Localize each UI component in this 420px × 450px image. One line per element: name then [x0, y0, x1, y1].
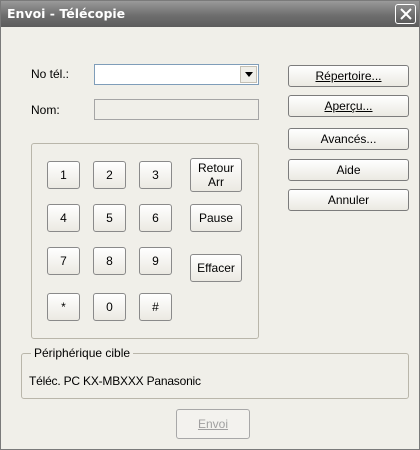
- phone-number-label: No tél.:: [31, 67, 70, 81]
- cancel-button[interactable]: Annuler: [288, 189, 409, 211]
- name-field: [94, 99, 259, 120]
- backspace-label-line1: Retour: [197, 161, 235, 175]
- phone-number-combobox[interactable]: [94, 64, 259, 85]
- key-4[interactable]: 4: [47, 204, 80, 232]
- key-8[interactable]: 8: [93, 247, 126, 275]
- key-7[interactable]: 7: [47, 247, 80, 275]
- target-device-legend: Périphérique cible: [31, 346, 134, 360]
- phone-dropdown-button[interactable]: [240, 66, 257, 83]
- key-0[interactable]: 0: [93, 293, 126, 321]
- pause-button[interactable]: Pause: [190, 204, 242, 232]
- key-2[interactable]: 2: [93, 161, 126, 189]
- window-title: Envoi - Télécopie: [7, 6, 126, 21]
- close-icon: [400, 8, 412, 20]
- key-star[interactable]: *: [47, 293, 80, 321]
- target-device-name: Téléc. PC KX-MBXXX Panasonic: [29, 374, 201, 388]
- chevron-down-icon: [245, 72, 253, 77]
- close-button[interactable]: [395, 4, 416, 24]
- key-9[interactable]: 9: [139, 247, 172, 275]
- key-6[interactable]: 6: [139, 204, 172, 232]
- clear-button[interactable]: Effacer: [190, 254, 242, 282]
- backspace-button[interactable]: Retour Arr: [190, 158, 242, 192]
- fax-send-dialog: Envoi - Télécopie No tél.: Nom: Répertoi…: [0, 0, 420, 450]
- key-3[interactable]: 3: [139, 161, 172, 189]
- name-label: Nom:: [31, 103, 60, 117]
- key-5[interactable]: 5: [93, 204, 126, 232]
- key-hash[interactable]: #: [139, 293, 172, 321]
- advanced-button[interactable]: Avancés...: [288, 128, 409, 150]
- send-button[interactable]: Envoi: [176, 409, 250, 439]
- title-bar[interactable]: Envoi - Télécopie: [1, 1, 419, 27]
- preview-button[interactable]: Aperçu...: [288, 95, 409, 117]
- help-button[interactable]: Aide: [288, 159, 409, 181]
- directory-button[interactable]: Répertoire...: [288, 65, 409, 87]
- backspace-label-line2: Arr: [208, 175, 224, 189]
- key-1[interactable]: 1: [47, 161, 80, 189]
